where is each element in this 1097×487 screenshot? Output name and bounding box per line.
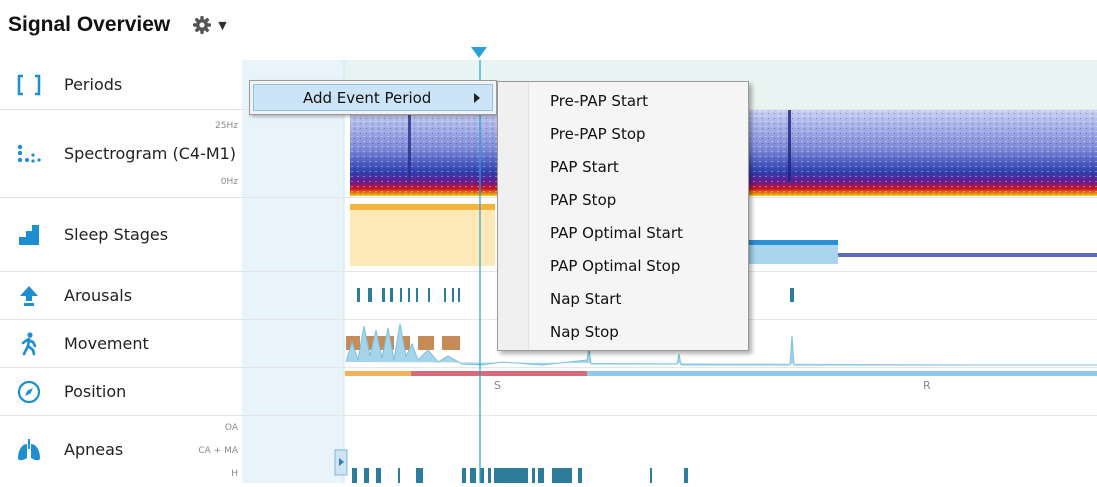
channel-label: Apneas — [64, 440, 124, 459]
channel-labels: Periods Spectrogram (C4-M1) 25Hz 0Hz Sle… — [0, 60, 242, 483]
add-event-period-menu-item[interactable]: Add Event Period — [253, 84, 493, 111]
submenu-item[interactable]: Nap Stop — [550, 320, 740, 344]
submenu-item[interactable]: Nap Start — [550, 287, 740, 311]
position-track — [345, 371, 1097, 376]
event-period-submenu: Pre-PAP Start Pre-PAP Stop PAP Start PAP… — [497, 81, 749, 351]
channel-label: Position — [64, 382, 127, 401]
channel-row-spectrogram[interactable]: Spectrogram (C4-M1) 25Hz 0Hz — [0, 110, 242, 198]
context-menu: Add Event Period — [249, 80, 497, 115]
submenu-arrow-icon — [474, 93, 480, 103]
page-title: Signal Overview — [8, 13, 171, 36]
submenu-item[interactable]: PAP Start — [550, 155, 740, 179]
lungs-icon — [16, 437, 42, 463]
apnea-events — [352, 468, 688, 483]
stairs-icon — [16, 222, 42, 248]
submenu-item[interactable]: PAP Optimal Stop — [550, 254, 740, 278]
stage-bar — [350, 204, 495, 210]
submenu-item[interactable]: Pre-PAP Start — [550, 89, 740, 113]
channel-row-position[interactable]: Position — [0, 368, 242, 416]
scale-top-label: 25Hz — [215, 121, 238, 131]
caret-down-icon: ▼ — [218, 18, 227, 32]
compass-icon — [16, 379, 42, 405]
channel-label: Sleep Stages — [64, 225, 169, 244]
channel-label: Movement — [64, 334, 149, 353]
position-marker-supine: S — [494, 379, 501, 392]
page-header: Signal Overview ▼ — [8, 8, 227, 42]
scale-bottom-label: 0Hz — [220, 177, 238, 187]
scale-top-label: OA — [224, 423, 238, 433]
position-marker-right: R — [923, 379, 931, 392]
channel-row-apneas[interactable]: Apneas OA CA + MA H — [0, 416, 242, 483]
time-cursor-handle[interactable] — [471, 47, 487, 59]
menu-gutter — [498, 82, 529, 350]
menu-item-label: Add Event Period — [303, 89, 432, 107]
scale-bottom-label: H — [231, 469, 238, 479]
settings-dropdown-button[interactable]: ▼ — [192, 15, 227, 35]
stage-awake-block — [350, 210, 495, 266]
channel-row-arousals[interactable]: Arousals — [0, 272, 242, 320]
brackets-icon — [16, 72, 42, 98]
stage-rem-bar — [742, 240, 838, 245]
scale-mid-label: CA + MA — [198, 446, 238, 456]
channel-row-periods[interactable]: Periods — [0, 60, 242, 110]
channel-label: Periods — [64, 75, 123, 94]
channel-label: Arousals — [64, 286, 133, 305]
channel-label: Spectrogram (C4-M1) — [64, 144, 237, 163]
submenu-item[interactable]: PAP Stop — [550, 188, 740, 212]
stage-deep-bar — [838, 253, 1097, 257]
submenu-item[interactable]: Pre-PAP Stop — [550, 122, 740, 146]
submenu-item[interactable]: PAP Optimal Start — [550, 221, 740, 245]
gear-icon — [193, 16, 212, 34]
channel-row-movement[interactable]: Movement — [0, 320, 242, 368]
dots-icon — [16, 141, 42, 167]
arrow-up-icon — [16, 283, 42, 309]
channel-row-sleep-stages[interactable]: Sleep Stages — [0, 198, 242, 272]
scroll-handle[interactable] — [334, 449, 348, 476]
walking-person-icon — [16, 331, 42, 357]
